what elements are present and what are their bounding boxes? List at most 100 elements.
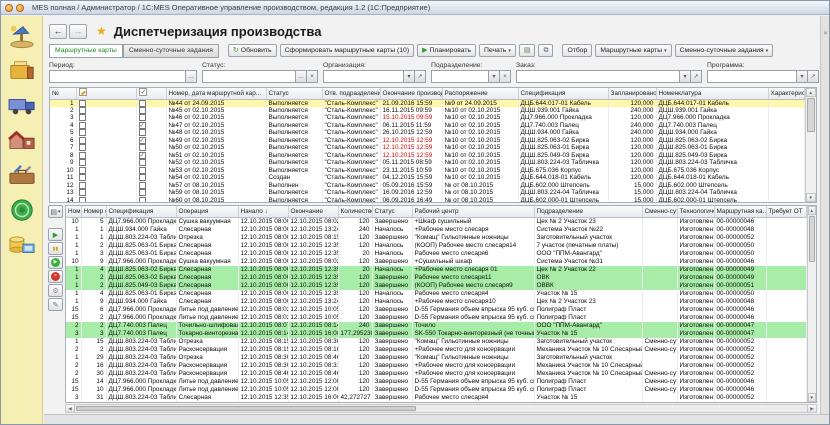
column-header[interactable]: Сменно-сут... (642, 206, 677, 217)
column-header[interactable]: Окончание производства (380, 88, 442, 99)
panel-close-icon[interactable]: ✕ (823, 30, 828, 37)
operation-row[interactable]: 13ДЦШ.825.063-01 БиркаСлесарная12.10.201… (66, 250, 806, 258)
column-header[interactable]: Номер, дата маршрутной кар... (166, 88, 266, 99)
stop-operation-button[interactable]: × (48, 270, 63, 283)
checkbox-unchecked-icon[interactable] (139, 189, 146, 196)
operation-row[interactable]: 22ДЦШ.803.224-03 ТабличкаРасконсервация1… (66, 346, 806, 354)
route-card-row[interactable]: 14№60 от 08.10.2015Выполняется"Сталь-Ком… (50, 197, 804, 203)
route-card-row[interactable]: 12№57 от 08.10.2015Выполнен"Сталь-Компле… (50, 182, 804, 190)
check-cell[interactable] (136, 114, 166, 122)
status-filter-choose-button[interactable]: … (295, 71, 306, 82)
operation-row[interactable]: 1510ДЦ7.966.000 ПрокладкаЛитье под давле… (66, 386, 806, 394)
column-header[interactable] (136, 88, 166, 99)
checkbox-unchecked-icon[interactable] (79, 100, 86, 107)
check-cell[interactable] (136, 144, 166, 152)
sidebar-item-data[interactable] (7, 233, 37, 259)
plan-button[interactable]: ▶Планировать (417, 44, 476, 57)
operation-row[interactable]: 152ДЦ7.966.000 ПрокладкаЛитье под давлен… (66, 314, 806, 322)
checkbox-unchecked-icon[interactable] (139, 107, 146, 114)
operation-row[interactable]: 11ДЦШ.934.000 ГайкаСлесарная12.10.2015 0… (66, 226, 806, 234)
department-filter-select-button[interactable]: ▾ (488, 71, 499, 82)
column-header[interactable]: Распоряжение (442, 88, 518, 99)
department-filter-input[interactable] (432, 71, 488, 82)
column-header[interactable]: Номер оп... (81, 206, 106, 217)
column-header[interactable]: Спецификация (106, 206, 176, 217)
column-header[interactable]: № (50, 88, 76, 99)
operation-row[interactable]: 115ДЦШ.803.224-03 ТабличкаОтрезка12.10.2… (66, 338, 806, 346)
sidebar-item-finance[interactable] (7, 198, 37, 224)
column-header[interactable]: Требует ОТ (766, 206, 806, 217)
operation-row[interactable]: 22ДЦ7.740.003 ПалецТочильно-шлифовальная… (66, 322, 806, 330)
operation-row[interactable]: 109ДЦ7.966.000 ПрокладкаСушка вакуумная1… (66, 258, 806, 266)
operations-menu-button[interactable]: ▤▾ (48, 205, 63, 218)
check-cell[interactable] (136, 99, 166, 107)
department-filter-clear-button[interactable]: × (499, 71, 510, 82)
route-card-row[interactable]: 8✓№51 от 02.10.2015Выполняется"Сталь-Ком… (50, 152, 804, 160)
checkbox-unchecked-icon[interactable] (139, 197, 146, 203)
column-header[interactable]: Ном... (66, 206, 81, 217)
column-header[interactable]: Окончание (288, 206, 338, 217)
checkbox-unchecked-icon[interactable] (79, 182, 86, 189)
operation-row[interactable]: 12ДЦШ.825.063-02 БиркаСлесарная12.10.201… (66, 274, 806, 282)
column-header[interactable]: Рабочий центр (412, 206, 534, 217)
column-header[interactable]: Спецификация (518, 88, 608, 99)
tab-route-cards[interactable]: Маршрутные карты (49, 44, 123, 58)
sidebar-item-documents[interactable] (7, 58, 37, 84)
checkbox-unchecked-icon[interactable] (79, 122, 86, 129)
status-filter-input[interactable] (203, 71, 295, 82)
copy-icon-button[interactable]: ⧉ (538, 44, 553, 57)
route-card-row[interactable]: 9№52 от 02.10.2015Выполняется"Сталь-Комп… (50, 159, 804, 167)
tab-shift-daily-tasks[interactable]: Сменно-суточные задания (123, 44, 219, 58)
sidebar-item-production[interactable] (7, 128, 37, 154)
flag-cell[interactable] (76, 189, 136, 197)
operation-row[interactable]: 12ДЦШ.825.063-01 БиркаСлесарная12.10.201… (66, 242, 806, 250)
checkbox-unchecked-icon[interactable] (139, 144, 146, 151)
status-filter-clear-button[interactable]: × (306, 71, 317, 82)
checkbox-unchecked-icon[interactable] (139, 100, 146, 107)
operation-row[interactable]: 105ДЦ7.966.000 ПрокладкаСушка вакуумная1… (66, 217, 806, 226)
check-cell[interactable] (136, 129, 166, 137)
route-card-row[interactable]: 4✓№47 от 02.10.2015Выполняется"Сталь-Ком… (50, 122, 804, 130)
operation-row[interactable]: 33ДЦШ.803.224-03 ТабличкаСлесарная12.10.… (66, 402, 806, 404)
check-cell[interactable] (136, 167, 166, 175)
check-cell[interactable]: ✓ (136, 152, 166, 160)
flag-cell[interactable] (76, 182, 136, 190)
operation-row[interactable]: 216ДЦШ.803.224-03 ТабличкаРасконсервация… (66, 362, 806, 370)
route-cards-menu-button[interactable]: Маршрутные карты▾ (595, 44, 671, 57)
scrollbar-thumb[interactable] (807, 98, 816, 132)
column-header[interactable]: Маршрутная ка... (714, 206, 766, 217)
operation-row[interactable]: 230ДЦШ.803.224-03 ТабличкаРасконсервация… (66, 370, 806, 378)
route-card-row[interactable]: 13№59 от 08.10.2015Выполняется"Сталь-Ком… (50, 189, 804, 197)
check-cell[interactable] (136, 197, 166, 203)
route-card-row[interactable]: 10№53 от 02.10.2015Выполняется"Сталь-Ком… (50, 167, 804, 175)
flag-cell[interactable] (76, 107, 136, 115)
checkbox-unchecked-icon[interactable] (139, 129, 146, 136)
program-filter-select-button[interactable]: ▾ (796, 71, 807, 82)
flag-cell[interactable] (76, 159, 136, 167)
flag-cell[interactable] (76, 129, 136, 137)
scroll-left-icon[interactable]: ◀ (66, 405, 75, 412)
flag-cell[interactable] (76, 197, 136, 203)
check-cell[interactable] (136, 174, 166, 182)
generate-route-cards-button[interactable]: Сформировать маршрутные карты (10) (280, 44, 415, 57)
column-header[interactable]: Статус (266, 88, 322, 99)
flag-cell[interactable] (76, 99, 136, 107)
checkbox-unchecked-icon[interactable] (79, 152, 86, 159)
column-header[interactable]: Запланировано (608, 88, 656, 99)
column-header[interactable]: Начало ↓ (238, 206, 288, 217)
window-button-minimize[interactable] (16, 4, 24, 12)
column-header[interactable]: Отв. подразделение (322, 88, 380, 99)
checkbox-unchecked-icon[interactable] (139, 114, 146, 121)
edit-operation-button[interactable]: ✎ (48, 298, 63, 311)
checkbox-unchecked-icon[interactable] (79, 167, 86, 174)
operation-row[interactable]: 12ДЦШ.825.049-03 БиркаСлесарная12.10.201… (66, 282, 806, 290)
scroll-down-icon[interactable]: ▼ (808, 393, 817, 402)
scroll-up-icon[interactable]: ▲ (808, 206, 817, 215)
column-header[interactable]: Номенклатура (656, 88, 768, 99)
refresh-button[interactable]: ↻Обновить (228, 44, 277, 57)
scroll-up-icon[interactable]: ▲ (806, 88, 817, 97)
sidebar-item-tools[interactable] (7, 163, 37, 189)
operation-row[interactable]: 14ДЦШ.825.063-02 БиркаСлесарная12.10.201… (66, 266, 806, 274)
checkbox-checked-icon[interactable]: ✓ (139, 122, 146, 129)
operation-row[interactable]: 33ДЦ7.740.003 ПалецТокарно-винторезная12… (66, 330, 806, 338)
